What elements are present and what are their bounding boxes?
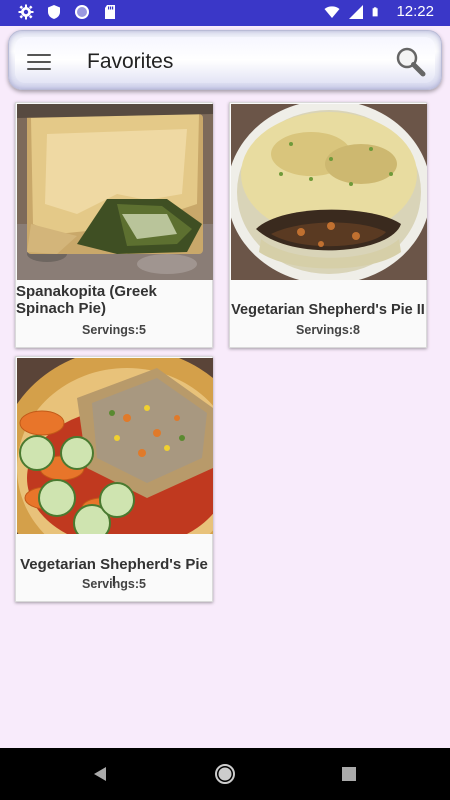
gear-icon — [18, 4, 34, 20]
recipe-name: Spanakopita (Greek Spinach Pie) — [16, 283, 157, 317]
status-bar: 12:22 — [0, 0, 450, 26]
back-icon[interactable] — [90, 764, 110, 784]
recipe-card-spanakopita[interactable]: Spanakopita (Greek Spinach Pie) Servings… — [15, 102, 213, 348]
app-bar-inner: Favorites — [15, 37, 435, 83]
sd-card-icon — [105, 5, 115, 19]
recipe-image-shepherds-pie-i — [17, 358, 213, 534]
signal-icon — [349, 4, 364, 19]
recipe-name: Vegetarian Shepherd's Pie II — [231, 302, 425, 318]
battery-icon — [373, 6, 379, 16]
recipe-image-shepherds-pie-ii — [231, 104, 427, 280]
recents-icon[interactable] — [339, 764, 359, 784]
recipe-card-shepherds-pie-i[interactable]: Vegetarian Shepherd's Pie I Servings:5 — [15, 356, 213, 602]
wifi-icon — [324, 5, 340, 18]
app-bar: Favorites — [8, 30, 442, 90]
page-title: Favorites — [87, 50, 174, 73]
shield-icon — [48, 5, 60, 19]
circle-icon — [75, 5, 89, 19]
status-time: 12:22 — [396, 3, 434, 20]
recipe-servings: Servings:5 — [82, 323, 146, 337]
recipe-card-shepherds-pie-ii[interactable]: Vegetarian Shepherd's Pie II Servings:8 — [229, 102, 427, 348]
navigation-bar — [0, 748, 450, 800]
hamburger-menu-icon[interactable] — [27, 54, 51, 72]
recipe-image-spanakopita — [17, 104, 213, 280]
recipe-servings: Servings:5 — [82, 577, 146, 591]
recipe-servings: Servings:8 — [296, 323, 360, 337]
search-icon[interactable] — [393, 45, 427, 79]
home-icon[interactable] — [214, 763, 236, 785]
